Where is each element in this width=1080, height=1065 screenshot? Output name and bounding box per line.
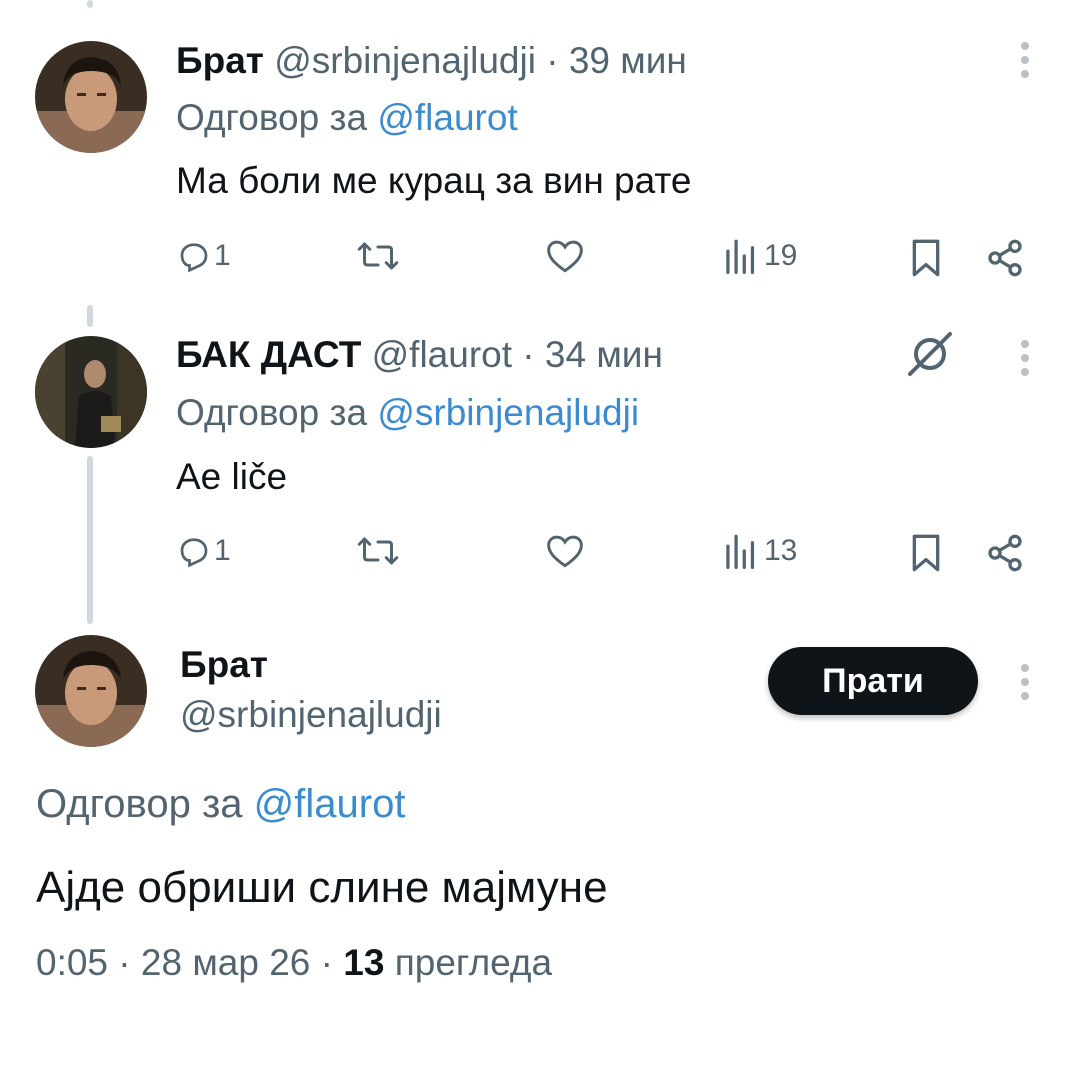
- reply-icon: [180, 538, 208, 568]
- post-time[interactable]: 0:05: [36, 942, 108, 983]
- handle[interactable]: @srbinjenajludji: [180, 693, 442, 737]
- avatar[interactable]: [35, 336, 147, 448]
- reply-context: Одговор за @flaurot: [36, 780, 405, 828]
- like-icon: [547, 535, 583, 568]
- tweet-text: Ајде обриши слине мајмуне: [36, 863, 608, 912]
- more-icon[interactable]: [1018, 664, 1032, 706]
- reply-mention[interactable]: @flaurot: [254, 782, 406, 826]
- avatar[interactable]: [35, 635, 147, 747]
- separator: ·: [118, 942, 131, 983]
- views-count: 19: [764, 239, 798, 272]
- reply-icon: [180, 243, 208, 273]
- reply-mention[interactable]: @srbinjenajludji: [377, 392, 639, 433]
- reply-count: 1: [214, 239, 231, 272]
- views-button[interactable]: 13: [724, 533, 797, 569]
- avatar-image: [35, 41, 147, 153]
- views-count: 13: [764, 534, 798, 567]
- reply-button[interactable]: 1: [176, 238, 231, 274]
- tweet-header: БАК ДАСТ @flaurot · 34 мин: [176, 333, 663, 377]
- reply-context: Одговор за @srbinjenajludji: [176, 391, 639, 435]
- retweet-icon: [357, 242, 399, 270]
- tweet-meta: 0:05 · 28 мар 26 · 13 прегледа: [36, 940, 552, 986]
- thread-line-top: [87, 0, 93, 8]
- avatar-image: [35, 635, 147, 747]
- follow-button[interactable]: Прати: [768, 647, 978, 715]
- bookmark-button[interactable]: [910, 533, 942, 573]
- bookmark-icon: [912, 534, 940, 572]
- separator: ·: [522, 334, 535, 375]
- reply-prefix: Одговор за: [176, 97, 368, 138]
- timestamp[interactable]: 34 мин: [545, 334, 663, 375]
- handle[interactable]: @srbinjenajludji: [274, 40, 536, 81]
- views-label: прегледа: [394, 942, 553, 983]
- share-button[interactable]: [985, 533, 1025, 573]
- like-button[interactable]: [545, 238, 585, 274]
- grok-icon[interactable]: [904, 328, 956, 380]
- share-button[interactable]: [985, 238, 1025, 278]
- retweet-button[interactable]: [357, 533, 399, 569]
- share-icon: [988, 534, 1022, 572]
- reply-context: Одговор за @flaurot: [176, 96, 518, 140]
- more-icon[interactable]: [1018, 42, 1032, 84]
- reply-mention[interactable]: @flaurot: [377, 97, 517, 138]
- bookmark-button[interactable]: [910, 238, 942, 278]
- reply-prefix: Одговор за: [176, 392, 368, 433]
- display-name[interactable]: Брат: [180, 643, 268, 687]
- more-icon[interactable]: [1018, 340, 1032, 382]
- thread-line-2: [87, 456, 93, 624]
- tweet-text: Ae liče: [176, 456, 288, 497]
- bookmark-icon: [912, 239, 940, 277]
- display-name[interactable]: БАК ДАСТ: [176, 334, 361, 375]
- reply-button[interactable]: 1: [176, 533, 231, 569]
- views-count: 13: [343, 942, 385, 983]
- like-button[interactable]: [545, 533, 585, 569]
- reply-prefix: Одговор за: [36, 782, 243, 826]
- views-button[interactable]: 19: [724, 238, 797, 274]
- thread-line-1: [87, 305, 93, 327]
- share-icon: [988, 239, 1022, 277]
- retweet-icon: [357, 537, 399, 565]
- reply-count: 1: [214, 534, 231, 567]
- avatar-image: [35, 336, 147, 448]
- timestamp[interactable]: 39 мин: [569, 40, 687, 81]
- views-icon: [726, 534, 755, 569]
- retweet-button[interactable]: [357, 238, 399, 274]
- separator: ·: [320, 942, 333, 983]
- post-date[interactable]: 28 мар 26: [141, 942, 310, 983]
- avatar[interactable]: [35, 41, 147, 153]
- tweet-header: Брат @srbinjenajludji · 39 мин: [176, 39, 687, 83]
- views-icon: [726, 239, 755, 274]
- like-icon: [547, 240, 583, 273]
- display-name[interactable]: Брат: [176, 40, 264, 81]
- separator: ·: [546, 40, 559, 81]
- tweet-text: Ма боли ме курац за вин рате: [176, 160, 692, 201]
- handle[interactable]: @flaurot: [372, 334, 512, 375]
